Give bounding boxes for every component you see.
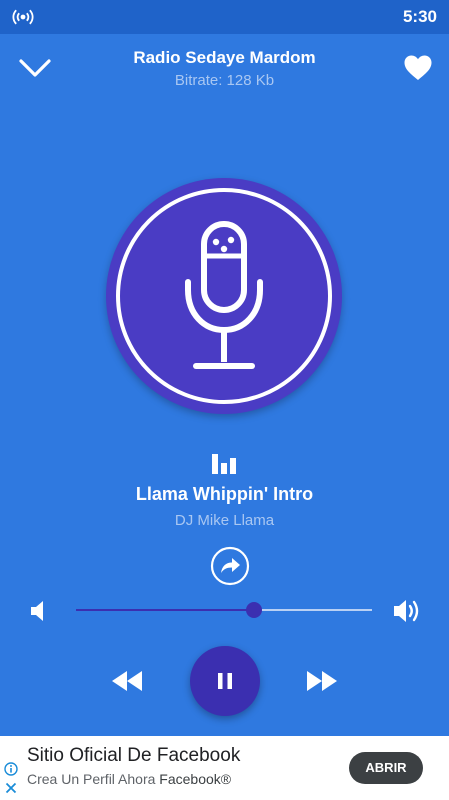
fast-forward-icon[interactable] — [303, 668, 341, 694]
pause-button[interactable] — [190, 646, 260, 716]
ad-info-icon[interactable] — [4, 762, 18, 776]
heart-icon[interactable] — [403, 54, 433, 82]
ad-description: Crea Un Perfil Ahora Facebook® — [27, 771, 231, 787]
volume-low-icon — [31, 601, 43, 621]
bitrate-label: Bitrate: 128 Kb — [174, 72, 275, 89]
equalizer-bars-icon — [212, 454, 236, 474]
ad-brand: Facebook® — [159, 771, 232, 787]
radio-signal-icon — [12, 9, 34, 25]
station-artwork — [106, 178, 342, 414]
track-artist: DJ Mike Llama — [174, 512, 275, 529]
volume-high-icon — [394, 600, 419, 622]
volume-slider[interactable] — [76, 600, 372, 620]
microphone-icon — [185, 221, 263, 369]
volume-thumb[interactable] — [245, 602, 262, 618]
rewind-icon[interactable] — [108, 668, 146, 694]
ad-title[interactable]: Sitio Oficial De Facebook — [27, 745, 240, 767]
volume-fill — [76, 609, 254, 611]
status-bar: 5:30 — [0, 0, 449, 34]
pause-icon — [218, 673, 232, 689]
ad-description-text: Crea Un Perfil Ahora — [27, 771, 156, 787]
track-title: Llama Whippin' Intro — [135, 484, 314, 504]
station-name: Radio Sedaye Mardom — [133, 48, 316, 67]
ad-open-button[interactable]: ABRIR — [349, 752, 423, 784]
ad-banner[interactable]: Sitio Oficial De Facebook Crea Un Perfil… — [0, 736, 449, 800]
share-icon[interactable] — [210, 546, 250, 586]
player-header: Radio Sedaye Mardom Bitrate: 128 Kb — [0, 34, 449, 104]
ad-close-icon[interactable] — [5, 782, 17, 794]
status-clock: 5:30 — [402, 7, 437, 26]
